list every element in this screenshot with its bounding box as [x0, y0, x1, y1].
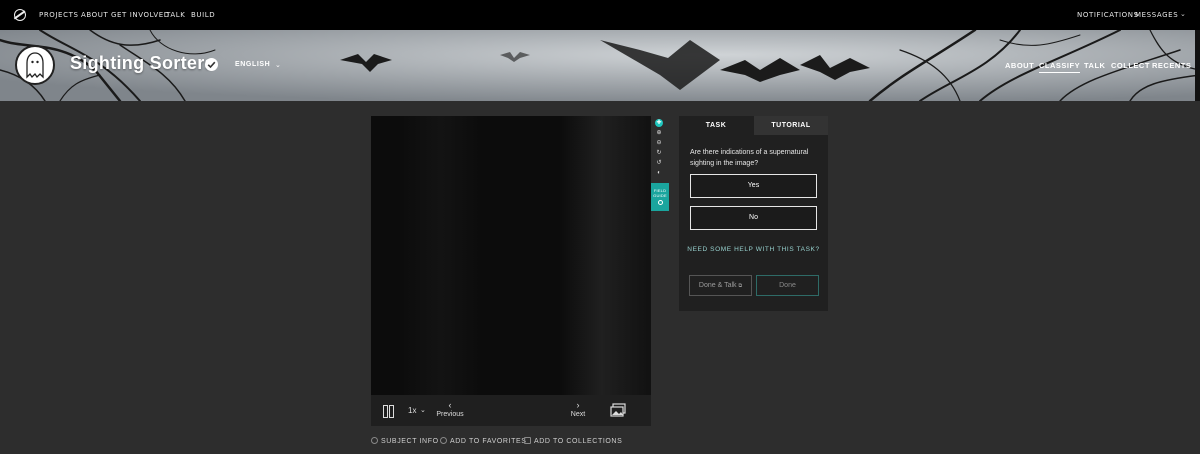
project-nav-about[interactable]: ABOUT: [1005, 61, 1034, 70]
done-and-talk-button[interactable]: Done & Talk ⧉: [689, 275, 752, 296]
next-button[interactable]: › Next: [563, 400, 593, 420]
pause-icon[interactable]: [383, 405, 394, 418]
done-button[interactable]: Done: [756, 275, 819, 296]
done-and-talk-label: Done & Talk: [698, 282, 737, 289]
field-guide-label: FIELD GUIDE: [653, 188, 667, 198]
add-to-favorites-label: ADD TO FAVORITES: [450, 438, 527, 445]
field-guide-tab[interactable]: FIELD GUIDE: [651, 183, 669, 211]
project-nav-classify[interactable]: CLASSIFY: [1039, 61, 1081, 73]
project-nav-talk[interactable]: TALK: [1084, 61, 1105, 70]
tab-task[interactable]: TASK: [679, 116, 753, 135]
task-question: Are there indications of a supernatural …: [690, 149, 809, 167]
info-icon: [371, 437, 378, 444]
playback-rate-chevron-icon[interactable]: ⌄: [420, 406, 426, 414]
subject-info-label: SUBJECT INFO: [381, 438, 439, 445]
subject-image[interactable]: [371, 116, 651, 395]
rotate-icon[interactable]: ↻: [655, 149, 663, 157]
add-to-collections-label: ADD TO COLLECTIONS: [534, 438, 623, 445]
messages-link[interactable]: MESSAGES: [1135, 11, 1178, 19]
nav-talk[interactable]: TALK: [166, 11, 185, 19]
zoom-in-icon[interactable]: ⊕: [655, 129, 663, 137]
playback-rate[interactable]: 1x: [408, 406, 416, 415]
subject-info-link[interactable]: SUBJECT INFO: [371, 437, 439, 445]
zoom-out-icon[interactable]: ⊖: [655, 139, 663, 147]
ghost-icon: [26, 52, 44, 79]
notifications-link[interactable]: NOTIFICATIONS: [1077, 11, 1139, 19]
project-avatar[interactable]: [15, 45, 55, 85]
add-to-favorites-link[interactable]: ADD TO FAVORITES: [440, 437, 527, 445]
reset-icon[interactable]: ↺: [655, 159, 663, 167]
chevron-right-icon: ›: [576, 400, 580, 410]
invert-icon[interactable]: ◐: [655, 169, 663, 177]
chevron-left-icon: ‹: [448, 400, 452, 410]
language-chevron-down-icon[interactable]: ⌄: [275, 61, 281, 69]
top-navigation: PROJECTS ABOUT GET INVOLVED TALK BUILD N…: [0, 0, 1200, 30]
tab-tutorial[interactable]: TUTORIAL: [754, 116, 828, 135]
project-nav-recents[interactable]: RECENTS: [1152, 61, 1191, 70]
previous-label: Previous: [436, 411, 464, 418]
pan-tool-icon[interactable]: ✚: [655, 119, 663, 127]
gallery-icon[interactable]: [610, 403, 626, 417]
answer-no-button[interactable]: No: [690, 206, 817, 230]
project-title[interactable]: Sighting Sorters: [70, 53, 215, 74]
task-help-link[interactable]: NEED SOME HELP WITH THIS TASK?: [679, 246, 828, 253]
nav-projects[interactable]: PROJECTS: [39, 11, 79, 19]
nav-build[interactable]: BUILD: [191, 11, 215, 19]
answer-yes-button[interactable]: Yes: [690, 174, 817, 198]
user-menu-chevron-icon[interactable]: ⌄: [1180, 10, 1186, 18]
previous-button[interactable]: ‹ Previous: [435, 400, 465, 420]
task-panel: TASK TUTORIAL Are there indications of a…: [679, 116, 828, 311]
zooniverse-logo-icon[interactable]: [14, 9, 26, 21]
collections-icon: [524, 437, 531, 444]
external-link-icon: ⧉: [738, 283, 743, 289]
add-to-collections-link[interactable]: ADD TO COLLECTIONS: [524, 437, 622, 445]
project-header: Sighting Sorters ENGLISH ⌄ ABOUT CLASSIF…: [0, 30, 1200, 101]
field-guide-icon: [657, 200, 663, 205]
language-selector[interactable]: ENGLISH: [235, 61, 270, 68]
subject-controls: 1x ⌄ ‹ Previous › Next: [371, 395, 651, 426]
nav-about[interactable]: ABOUT: [81, 11, 108, 19]
heart-icon: [440, 437, 447, 444]
nav-get-involved[interactable]: GET INVOLVED: [111, 11, 170, 19]
next-label: Next: [570, 411, 586, 418]
verified-badge-icon: [205, 58, 218, 71]
project-nav-collect[interactable]: COLLECT: [1111, 61, 1150, 70]
